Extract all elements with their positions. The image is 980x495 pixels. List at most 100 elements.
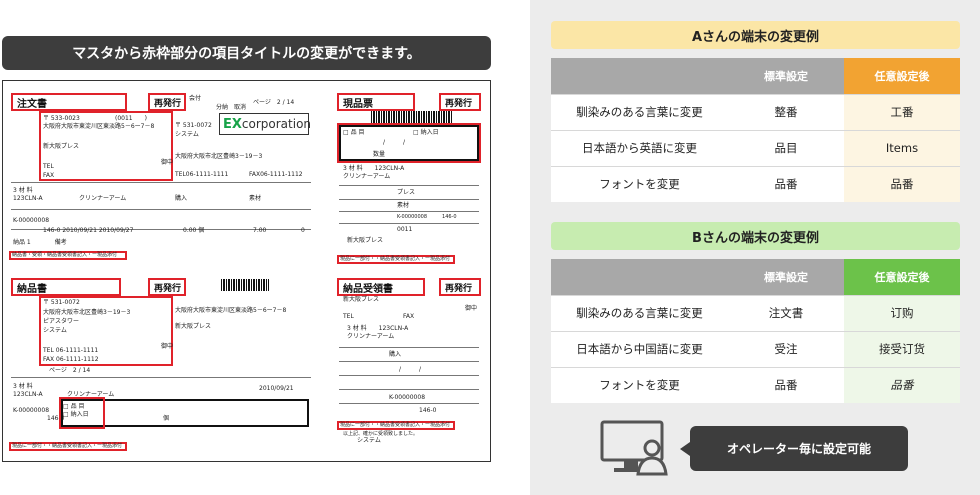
doc1-onchu: 御中 <box>161 159 174 166</box>
doc1-memo: 納品 1 備考 <box>13 239 67 246</box>
doc1-row-code: 123CLN-A <box>13 195 43 202</box>
doc3-order-no: K-00000008 <box>13 407 50 414</box>
doc3-onchu: 御中 <box>161 343 174 350</box>
section-a-table: 標準設定 任意設定後 馴染みのある言葉に変更 整番 工番 日本語から英語に変更 … <box>551 58 960 202</box>
doc1-item: クリンナーアーム <box>79 195 127 202</box>
doc3-tel: TEL 06-1111-1111 <box>43 347 99 354</box>
section-b-title: Bさんの端末の変更例 <box>551 222 960 250</box>
row-standard: 品番 <box>728 165 844 202</box>
doc3-check2: □ 納入日 <box>63 411 89 418</box>
doc4-mat: 3 材 料 123CLN-A <box>347 325 409 332</box>
doc2-partner: 新大阪プレス <box>347 237 384 244</box>
doc3-postal: 〒 531-0072 <box>43 299 80 306</box>
table-row: フォントを変更 品番 品番 <box>551 366 960 403</box>
doc1-tel: TEL <box>43 163 54 170</box>
doc3-building: ピアスタワー <box>43 318 80 325</box>
banner: マスタから赤枠部分の項目タイトルの変更ができます。 <box>2 36 491 70</box>
doc1-order-no: K-00000008 <box>13 217 50 224</box>
row-label: 馴染みのある言葉に変更 <box>551 294 728 331</box>
doc4-reissue: 再発行 <box>439 278 481 296</box>
row-after: 品番 <box>844 165 960 202</box>
operator-callout: オペレーター毎に設定可能 <box>680 426 908 471</box>
doc4-item: クリンナーアーム <box>347 333 395 340</box>
doc4-buy: 購入 <box>389 351 402 358</box>
doc1-price: 7.00 <box>253 227 267 234</box>
doc4-partner: 新大阪プレス <box>343 296 380 303</box>
doc3-page: ページ 2 / 14 <box>49 367 91 374</box>
doc4-system: システム <box>357 437 381 444</box>
doc3-mat: 3 材 料 <box>13 383 33 390</box>
table-row: 馴染みのある言葉に変更 整番 工番 <box>551 93 960 130</box>
doc3-fax: FAX 06-1111-1112 <box>43 356 99 363</box>
doc1-fax: FAX <box>43 172 55 179</box>
doc1-note: 納品書・受領・納品書受領書記入・ー現品添付 <box>12 252 118 258</box>
doc1-to-fax: FAX06-1111-1112 <box>249 171 303 178</box>
doc1-code: (0011 ) <box>115 115 147 122</box>
doc2-press: プレス <box>397 189 416 196</box>
doc1-row-mat: 3 材 料 <box>13 187 33 194</box>
section-a-title: Aさんの端末の変更例 <box>551 21 960 49</box>
doc2-material: 素材 <box>397 202 410 209</box>
doc1-partner: 新大阪プレス <box>43 143 80 150</box>
doc2-barcode <box>371 111 453 123</box>
doc2-item: クリンナーアーム <box>343 173 391 180</box>
operator-monitor-icon <box>600 420 668 476</box>
doc2-slash: / / <box>383 139 406 146</box>
doc2-check1: □ 品 目 <box>343 129 365 136</box>
doc1-to-postal: 〒 531-0072 <box>175 122 212 129</box>
row-standard: 受注 <box>728 330 844 367</box>
doc1-small-label: 会付 <box>189 95 202 102</box>
doc2-reissue: 再発行 <box>439 93 481 111</box>
doc3-address: 大阪府大阪市北区豊崎3－19－3 <box>43 309 131 316</box>
doc4-note: 現品に一部付・・納品書受領書記入・ー現品添付 <box>340 422 451 428</box>
table-row: 日本語から英語に変更 品目 Items <box>551 129 960 166</box>
row-label: 日本語から英語に変更 <box>551 129 728 166</box>
row-standard: 品目 <box>728 129 844 166</box>
doc3-system: システム <box>43 327 67 334</box>
doc1-to-system: システム <box>175 131 199 138</box>
doc2-title: 現品票 <box>337 93 415 111</box>
row-standard: 品番 <box>728 366 844 403</box>
doc1-reissue: 再発行 <box>148 93 186 111</box>
table-row: 日本語から中国語に変更 受注 接受订货 <box>551 330 960 367</box>
doc3-reissue: 再発行 <box>148 278 186 296</box>
doc4-title: 納品受領書 <box>337 278 425 296</box>
doc2-mat: 3 材 料 123CLN-A <box>343 165 405 172</box>
row-label: フォントを変更 <box>551 366 728 403</box>
col-header-blank <box>551 58 728 94</box>
doc1-title: 注文書 <box>11 93 127 111</box>
doc1-split: 分納 取消 <box>216 104 247 111</box>
table-row: 馴染みのある言葉に変更 注文書 订购 <box>551 294 960 331</box>
form-sheet-preview: 注文書 再発行 会付 ページ 2 / 14 分納 取消 〒 533-0023 (… <box>2 80 491 462</box>
doc1-postal: 〒 533-0023 <box>43 115 80 122</box>
col-header-after: 任意設定後 <box>844 58 960 94</box>
row-after: Items <box>844 129 960 166</box>
doc1-dates: 146-0 2010/09/21 2010/09/27 <box>43 227 134 234</box>
doc4-slash: / / <box>399 366 422 373</box>
doc4-onchu: 御中 <box>465 305 478 312</box>
doc3-check: □ 品 目 <box>63 403 85 410</box>
col-header-blank <box>551 259 728 295</box>
doc3-date: 2010/09/21 <box>259 385 294 392</box>
doc3-from-name: 新大阪プレス <box>175 323 212 330</box>
row-label: 馴染みのある言葉に変更 <box>551 93 728 130</box>
row-after: 订购 <box>844 294 960 331</box>
row-after: 工番 <box>844 93 960 130</box>
doc1-amount: 0.00 個 <box>183 227 205 234</box>
row-after: 接受订货 <box>844 330 960 367</box>
doc4-fax: FAX <box>403 313 415 320</box>
doc2-check2: □ 納入日 <box>413 129 439 136</box>
row-after: 品番 <box>844 366 960 403</box>
doc4-tel: TEL <box>343 313 354 320</box>
doc3-mat-code: 123CLN-A <box>13 391 43 398</box>
doc4-order-no: K-00000008 <box>389 394 426 401</box>
row-label: 日本語から中国語に変更 <box>551 330 728 367</box>
doc1-address: 大阪府大阪市東淀川区東淡路5－6ー7－8 <box>43 123 155 130</box>
doc1-buy: 購入 <box>175 195 188 202</box>
doc2-code: 0011 <box>397 226 413 233</box>
doc3-note: 現品に一部付・・納品書受領書記入・ー現品添付 <box>12 443 123 449</box>
section-b-table: 標準設定 任意設定後 馴染みのある言葉に変更 注文書 订购 日本語から中国語に変… <box>551 259 960 403</box>
doc3-barcode <box>221 279 269 291</box>
doc2-order-no: K-00000008 146-0 <box>397 214 457 220</box>
doc1-zero: 0 <box>301 227 305 234</box>
